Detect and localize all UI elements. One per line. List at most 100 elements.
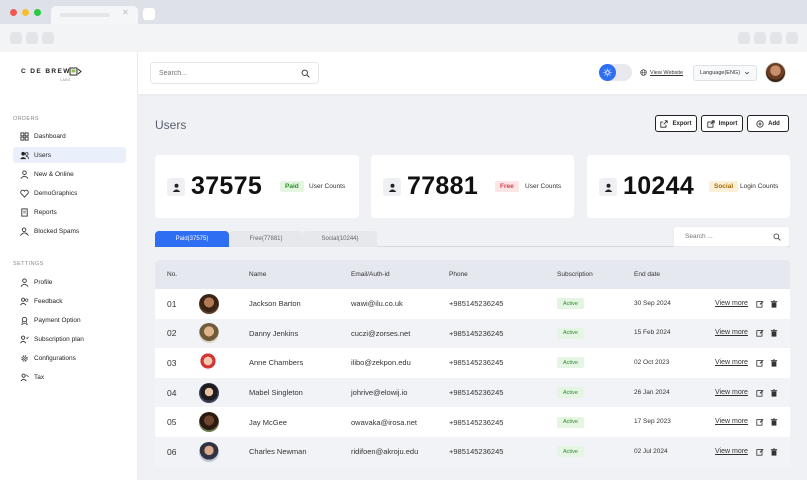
stat-badge: Free <box>495 181 519 192</box>
sidebar-item-label: Payment Option <box>34 316 81 324</box>
end-date: 30 Sep 2024 <box>634 299 671 307</box>
trash-icon[interactable] <box>770 329 778 337</box>
view-more-link[interactable]: View more <box>715 329 748 336</box>
theme-toggle[interactable] <box>599 64 632 81</box>
user-name: Danny Jenkins <box>249 328 299 338</box>
new-tab-button[interactable] <box>143 8 155 20</box>
tax-icon <box>20 373 29 381</box>
import-button[interactable]: Import <box>701 115 743 132</box>
sidebar-item-label: Subscription plan <box>34 335 84 343</box>
user-phone: +985145236245 <box>449 299 504 309</box>
tab-social[interactable]: Social(10244) <box>303 231 377 247</box>
edit-icon[interactable] <box>756 448 764 456</box>
sidebar-item-blocked-spams[interactable]: Blocked Spams <box>13 223 126 239</box>
avatar <box>199 323 219 344</box>
table-row: 03 Anne Chambers ilibo@zekpon.edu +98514… <box>155 348 790 378</box>
row-number: 06 <box>167 446 177 457</box>
view-more-link[interactable]: View more <box>715 448 748 455</box>
payment-icon <box>21 316 28 325</box>
sidebar-item-label: Users <box>34 151 51 159</box>
feedback-icon <box>20 297 29 305</box>
tab-paid[interactable]: Paid(37575) <box>155 231 229 247</box>
sidebar-item-reports[interactable]: Reports <box>13 204 126 220</box>
sidebar-item-dashboard[interactable]: Dashboard <box>13 128 126 144</box>
stat-card-free: 77881 Free User Counts <box>371 155 574 218</box>
gear-icon <box>21 354 28 362</box>
view-website-link[interactable]: View Website <box>640 69 683 76</box>
sidebar-item-payment-option[interactable]: Payment Option <box>13 312 126 328</box>
language-select[interactable]: Language(ENG) <box>693 65 757 81</box>
section-label-orders: ORDERS <box>13 116 39 122</box>
view-more-link[interactable]: View more <box>715 359 748 366</box>
trash-icon[interactable] <box>770 300 778 308</box>
user-email: cuczi@zorses.net <box>351 328 411 338</box>
sidebar-item-tax[interactable]: Tax <box>13 369 126 385</box>
edit-icon[interactable] <box>756 389 764 397</box>
column-header-name: Name <box>249 271 267 278</box>
extension-button[interactable] <box>738 32 750 44</box>
view-more-link[interactable]: View more <box>715 389 748 396</box>
close-window-dot[interactable] <box>10 9 17 16</box>
user-avatar[interactable] <box>765 62 786 83</box>
table-search <box>673 226 790 247</box>
stat-badge: Paid <box>280 181 304 192</box>
forward-button[interactable] <box>26 32 38 44</box>
add-button[interactable]: Add <box>747 115 789 132</box>
row-number: 01 <box>167 298 177 309</box>
trash-icon[interactable] <box>770 388 778 397</box>
sidebar-item-profile[interactable]: Profile <box>13 274 126 290</box>
trash-icon[interactable] <box>770 448 778 456</box>
status-badge: Active <box>557 446 584 458</box>
stat-card-social: 10244 Social Login Counts <box>587 155 790 218</box>
edit-icon[interactable] <box>756 359 764 367</box>
heart-icon <box>20 189 29 198</box>
extension-button[interactable] <box>770 32 782 44</box>
export-button[interactable]: Export <box>655 115 697 132</box>
avatar <box>199 382 219 403</box>
sidebar-item-demographics[interactable]: DemoGraphics <box>13 185 126 201</box>
page-title: Users <box>155 118 187 132</box>
avatar <box>199 352 219 373</box>
status-badge: Active <box>557 327 584 339</box>
trash-icon[interactable] <box>770 359 778 367</box>
minimize-window-dot[interactable] <box>22 9 29 16</box>
sidebar-item-users[interactable]: Users <box>13 147 126 163</box>
edit-icon[interactable] <box>756 300 764 308</box>
user-email: johrive@elowij.io <box>351 388 408 398</box>
maximize-window-dot[interactable] <box>34 9 41 16</box>
back-button[interactable] <box>10 32 22 44</box>
sidebar-item-label: Reports <box>34 208 57 216</box>
sidebar-item-subscription-plan[interactable]: Subscription plan <box>13 331 126 347</box>
reload-button[interactable] <box>42 32 54 44</box>
sidebar-item-new-online[interactable]: New & Online <box>13 166 126 182</box>
sidebar-item-label: Profile <box>34 278 53 286</box>
import-label: Import <box>718 120 738 127</box>
extension-button[interactable] <box>754 32 766 44</box>
user-name: Jackson Barton <box>249 299 301 309</box>
trash-icon[interactable] <box>770 418 778 426</box>
person-icon <box>20 169 29 179</box>
status-badge: Active <box>557 387 584 399</box>
report-icon <box>21 207 28 217</box>
users-icon <box>20 151 29 159</box>
view-more-link[interactable]: View more <box>715 300 748 307</box>
sidebar-item-label: DemoGraphics <box>34 189 78 197</box>
search-icon[interactable] <box>301 69 310 78</box>
table-row: 02 Danny Jenkins cuczi@zorses.net +98514… <box>155 318 790 349</box>
search-input[interactable] <box>151 63 291 83</box>
brand-logo[interactable]: C DE BREW <box>21 68 71 75</box>
edit-icon[interactable] <box>756 329 764 337</box>
browser-menu-button[interactable] <box>786 32 798 44</box>
tab-free[interactable]: Free(77881) <box>229 231 303 247</box>
edit-icon[interactable] <box>756 418 764 426</box>
search-icon[interactable] <box>773 233 781 241</box>
sidebar-item-feedback[interactable]: Feedback <box>13 293 126 309</box>
sidebar-item-label: Dashboard <box>34 132 66 140</box>
user-name: Jay McGee <box>249 417 287 427</box>
view-more-link[interactable]: View more <box>715 418 748 425</box>
stat-label: User Counts <box>525 183 562 190</box>
user-phone: +985145236245 <box>449 388 504 398</box>
table-search-input[interactable] <box>674 227 764 246</box>
close-tab-icon[interactable]: ✕ <box>122 8 129 17</box>
sidebar-item-configurations[interactable]: Configurations <box>13 350 126 366</box>
